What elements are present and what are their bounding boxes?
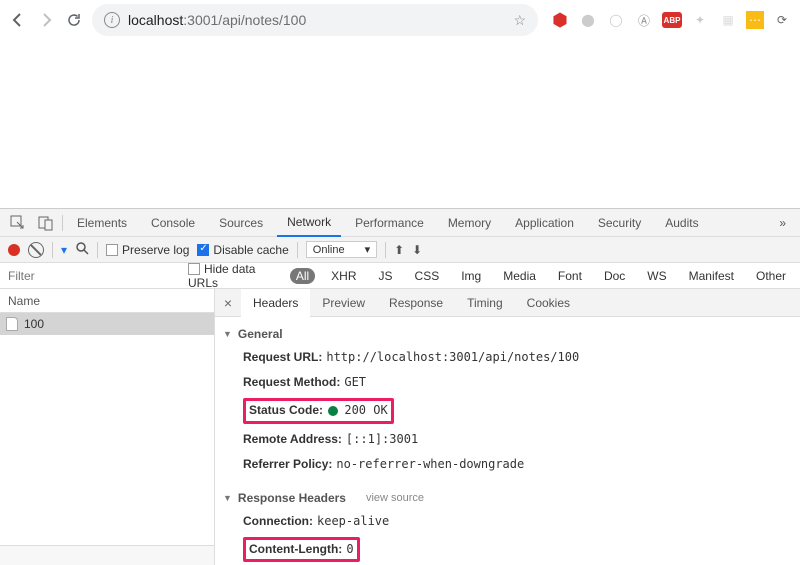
extension-icon[interactable]: ⬤ <box>578 10 598 30</box>
more-tabs-icon[interactable]: » <box>771 216 794 230</box>
extension-icon[interactable]: Ⓐ <box>634 10 654 30</box>
forward-button[interactable] <box>36 10 56 30</box>
general-section-header[interactable]: ▼General <box>215 323 800 345</box>
devtools-tab-bar: Elements Console Sources Network Perform… <box>0 209 800 237</box>
site-info-icon[interactable]: i <box>104 12 120 28</box>
network-body: Name 100 × Headers Preview Response Timi… <box>0 289 800 565</box>
detail-tab-response[interactable]: Response <box>377 289 455 317</box>
close-detail-button[interactable]: × <box>215 295 241 311</box>
filter-type-manifest[interactable]: Manifest <box>683 268 740 284</box>
filter-toggle-icon[interactable]: ▾ <box>61 243 67 257</box>
download-har-icon[interactable]: ⬇ <box>412 243 422 257</box>
extension-icon[interactable]: ▦ <box>718 10 738 30</box>
extension-icon[interactable]: ◯ <box>606 10 626 30</box>
tab-network[interactable]: Network <box>277 209 341 237</box>
connection-row: Connection:keep-alive <box>215 509 800 534</box>
tab-memory[interactable]: Memory <box>438 209 501 237</box>
inspect-element-icon[interactable] <box>6 213 30 233</box>
extension-icon[interactable]: ✦ <box>690 10 710 30</box>
upload-har-icon[interactable]: ⬆ <box>394 243 404 257</box>
network-filter-bar: Hide data URLs All XHR JS CSS Img Media … <box>0 263 800 289</box>
file-icon <box>6 317 18 331</box>
address-bar[interactable]: i localhost:3001/api/notes/100 ☆ <box>92 4 538 36</box>
hide-data-urls-checkbox[interactable]: Hide data URLs <box>188 262 280 290</box>
device-toolbar-icon[interactable] <box>34 213 58 233</box>
request-detail: × Headers Preview Response Timing Cookie… <box>215 289 800 565</box>
request-row[interactable]: 100 <box>0 313 214 335</box>
clear-button[interactable] <box>28 242 44 258</box>
request-list-footer <box>0 545 214 565</box>
tab-application[interactable]: Application <box>505 209 584 237</box>
extension-icons: ⬢ ⬤ ◯ Ⓐ ABP ✦ ▦ ⋯ ⟳ <box>546 10 792 30</box>
tab-sources[interactable]: Sources <box>209 209 273 237</box>
filter-type-other[interactable]: Other <box>750 268 792 284</box>
status-code-row: Status Code: 200 OK <box>215 395 800 426</box>
filter-type-font[interactable]: Font <box>552 268 588 284</box>
tab-console[interactable]: Console <box>141 209 205 237</box>
detail-tab-timing[interactable]: Timing <box>455 289 515 317</box>
tab-security[interactable]: Security <box>588 209 651 237</box>
request-list: Name 100 <box>0 289 215 565</box>
disable-cache-checkbox[interactable]: Disable cache <box>197 243 288 257</box>
request-name: 100 <box>24 317 44 331</box>
content-length-row: Content-Length:0 <box>215 534 800 565</box>
remote-address-row: Remote Address:[::1]:3001 <box>215 427 800 452</box>
response-headers-section-header[interactable]: ▼Response Headersview source <box>215 487 800 509</box>
preserve-log-checkbox[interactable]: Preserve log <box>106 243 189 257</box>
filter-type-xhr[interactable]: XHR <box>325 268 362 284</box>
tab-audits[interactable]: Audits <box>655 209 708 237</box>
headers-panel: ▼General Request URL:http://localhost:30… <box>215 317 800 565</box>
request-url-row: Request URL:http://localhost:3001/api/no… <box>215 345 800 370</box>
detail-tab-preview[interactable]: Preview <box>310 289 377 317</box>
url-text: localhost:3001/api/notes/100 <box>128 12 306 28</box>
extension-icon[interactable]: ⋯ <box>746 11 764 29</box>
filter-type-js[interactable]: JS <box>373 268 399 284</box>
detail-tab-cookies[interactable]: Cookies <box>515 289 582 317</box>
search-icon[interactable] <box>75 241 89 258</box>
tab-elements[interactable]: Elements <box>67 209 137 237</box>
extension-icon[interactable]: ⟳ <box>772 10 792 30</box>
network-toolbar: ▾ Preserve log Disable cache Online▾ ⬆ ⬇ <box>0 237 800 263</box>
filter-type-ws[interactable]: WS <box>641 268 672 284</box>
status-dot-icon <box>328 406 338 416</box>
filter-type-doc[interactable]: Doc <box>598 268 631 284</box>
request-list-header[interactable]: Name <box>0 289 214 313</box>
ublock-icon[interactable]: ⬢ <box>550 10 570 30</box>
page-content <box>0 40 800 208</box>
devtools-panel: Elements Console Sources Network Perform… <box>0 208 800 565</box>
browser-toolbar: i localhost:3001/api/notes/100 ☆ ⬢ ⬤ ◯ Ⓐ… <box>0 0 800 40</box>
detail-tab-bar: × Headers Preview Response Timing Cookie… <box>215 289 800 317</box>
filter-input[interactable] <box>8 269 108 283</box>
adblock-icon[interactable]: ABP <box>662 12 682 28</box>
back-button[interactable] <box>8 10 28 30</box>
tab-performance[interactable]: Performance <box>345 209 434 237</box>
request-method-row: Request Method:GET <box>215 370 800 395</box>
record-button[interactable] <box>8 244 20 256</box>
filter-type-img[interactable]: Img <box>455 268 487 284</box>
bookmark-star-icon[interactable]: ☆ <box>513 12 526 29</box>
detail-tab-headers[interactable]: Headers <box>241 289 310 317</box>
filter-type-css[interactable]: CSS <box>409 268 446 284</box>
reload-button[interactable] <box>64 10 84 30</box>
throttle-select[interactable]: Online▾ <box>306 241 377 258</box>
filter-type-media[interactable]: Media <box>497 268 542 284</box>
filter-type-all[interactable]: All <box>290 268 315 284</box>
referrer-policy-row: Referrer Policy:no-referrer-when-downgra… <box>215 452 800 477</box>
view-source-link[interactable]: view source <box>366 492 424 504</box>
